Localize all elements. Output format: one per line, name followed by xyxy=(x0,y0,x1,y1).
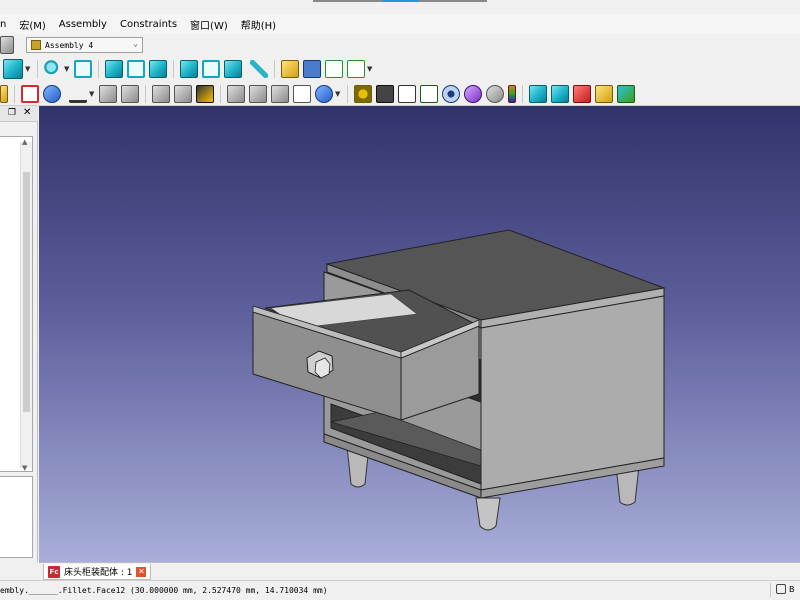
menu-item-macro[interactable]: 宏(M) xyxy=(19,17,45,32)
zoom-icon[interactable] xyxy=(44,60,62,78)
navigation-style-button[interactable]: B xyxy=(776,584,800,594)
animation-icon[interactable] xyxy=(486,84,504,103)
folder-icon[interactable] xyxy=(303,60,321,78)
status-bar: embly.______.Fillet.Face12 (30.000000 mm… xyxy=(0,580,800,600)
bom-icon[interactable] xyxy=(420,84,438,103)
tree-scrollbar[interactable]: ▲ ▼ xyxy=(20,138,32,472)
menu-item-assembly[interactable]: Assembly xyxy=(59,19,107,30)
new-body-icon[interactable] xyxy=(21,84,39,103)
part-icon[interactable] xyxy=(281,60,299,78)
view-front-icon[interactable] xyxy=(105,60,123,78)
close-icon[interactable]: ✕ xyxy=(23,107,31,118)
insert-lcs-icon[interactable] xyxy=(69,85,87,103)
toolbar-row-3: ▼ ▼ xyxy=(0,82,800,106)
close-icon[interactable]: ✕ xyxy=(136,566,147,577)
toolbar-separator xyxy=(220,84,221,103)
front-left-leg xyxy=(475,497,501,531)
constraint-angle-icon[interactable] xyxy=(617,84,635,103)
document-tab[interactable]: Fc 床头柜装配体 : 1 ✕ xyxy=(43,564,152,580)
toolbar-separator xyxy=(98,60,99,78)
title-bar-accent xyxy=(313,0,383,2)
chevron-down-icon[interactable]: ▼ xyxy=(64,65,70,73)
helix-icon[interactable] xyxy=(271,84,289,103)
chevron-down-icon: ⌄ xyxy=(133,39,138,48)
constraint-fixed-icon[interactable] xyxy=(529,84,547,103)
toolbar-separator xyxy=(347,84,348,103)
view-bottom-icon[interactable] xyxy=(202,60,220,78)
panel-header: ❐ ✕ xyxy=(0,106,38,122)
link-actions-icon[interactable] xyxy=(347,60,365,78)
menu-item-constraints[interactable]: Constraints xyxy=(120,19,177,30)
solve-icon[interactable] xyxy=(354,84,372,103)
menu-item-partial[interactable]: n xyxy=(0,19,6,30)
menu-item-help[interactable]: 帮助(H) xyxy=(241,17,276,32)
document-tab-label: 床头柜装配体 : 1 xyxy=(64,568,133,578)
title-bar-accent-end xyxy=(419,0,487,2)
animate-icon[interactable] xyxy=(508,84,516,103)
document-tab-bar: Fc 床头柜装配体 : 1 ✕ xyxy=(39,562,800,580)
new-model-icon[interactable] xyxy=(0,84,8,103)
scroll-up-icon[interactable]: ▲ xyxy=(22,138,27,146)
assembly-icon xyxy=(31,40,41,50)
toolbar-separator xyxy=(173,60,174,78)
combo-view-panel: ❐ ✕ ▲ ▼ xyxy=(0,106,38,562)
placement-icon[interactable] xyxy=(121,84,139,103)
mirror-icon[interactable] xyxy=(227,84,245,103)
view-top-icon[interactable] xyxy=(127,60,145,78)
view-right-icon[interactable] xyxy=(149,60,167,78)
scroll-down-icon[interactable]: ▼ xyxy=(22,464,27,472)
menu-item-window[interactable]: 窗口(W) xyxy=(190,17,228,32)
refresh-icon[interactable] xyxy=(0,36,14,54)
float-panel-icon[interactable]: ❐ xyxy=(8,108,16,118)
status-message: embly.______.Fillet.Face12 (30.000000 mm… xyxy=(0,586,328,595)
chevron-down-icon[interactable]: ▼ xyxy=(367,65,373,73)
chevron-down-icon[interactable]: ▼ xyxy=(25,65,31,73)
view-rear-icon[interactable] xyxy=(180,60,198,78)
toolbar-separator xyxy=(37,60,38,78)
view-left-icon[interactable] xyxy=(224,60,242,78)
title-bar-accent-active xyxy=(383,0,419,2)
property-view[interactable] xyxy=(0,476,33,558)
explode-icon[interactable] xyxy=(464,84,482,103)
menu-bar: n 宏(M) Assembly Constraints 窗口(W) 帮助(H) xyxy=(0,14,800,34)
measure-icon[interactable] xyxy=(250,60,268,78)
3d-viewport[interactable] xyxy=(39,106,800,562)
cabinet-right-side xyxy=(480,295,665,491)
add-variable-icon[interactable] xyxy=(315,84,333,103)
toolbar-row-2: ▼ ▼ ▼ xyxy=(0,56,800,82)
toolbar-separator xyxy=(145,84,146,103)
constraint-point-icon[interactable] xyxy=(595,84,613,103)
chevron-down-icon[interactable]: ▼ xyxy=(335,90,341,98)
datum-icon[interactable] xyxy=(99,84,117,103)
scrollbar-thumb[interactable] xyxy=(23,172,30,412)
parts-list-icon[interactable] xyxy=(398,84,416,103)
toolbar-separator xyxy=(522,84,523,103)
freecad-logo-icon: Fc xyxy=(48,565,60,578)
nightstand-model xyxy=(252,229,666,531)
view-isometric-icon[interactable] xyxy=(74,60,92,78)
link-icon[interactable] xyxy=(325,60,343,78)
place-link-icon[interactable] xyxy=(152,84,170,103)
workbench-selector[interactable]: Assembly 4 ⌄ xyxy=(26,37,143,53)
formula-icon[interactable] xyxy=(293,84,311,103)
mouse-icon xyxy=(776,584,786,594)
workbench-selector-label: Assembly 4 xyxy=(45,40,94,50)
import-part-icon[interactable] xyxy=(43,84,61,103)
chevron-down-icon[interactable]: ▼ xyxy=(89,90,95,98)
navigation-style-label: B xyxy=(789,584,795,594)
status-separator xyxy=(770,583,771,597)
toolbar-separator xyxy=(274,60,275,78)
toolbar-separator xyxy=(14,84,15,103)
visibility-eye-icon[interactable] xyxy=(442,84,460,103)
std-view-menu-icon[interactable] xyxy=(3,59,23,79)
constraint-axis-icon[interactable] xyxy=(573,84,591,103)
check-icon[interactable] xyxy=(376,84,394,103)
rotate-icon[interactable] xyxy=(196,84,214,103)
sketch-icon[interactable] xyxy=(249,84,267,103)
move-part-icon[interactable] xyxy=(174,84,192,103)
constraint-plane-icon[interactable] xyxy=(551,84,569,103)
